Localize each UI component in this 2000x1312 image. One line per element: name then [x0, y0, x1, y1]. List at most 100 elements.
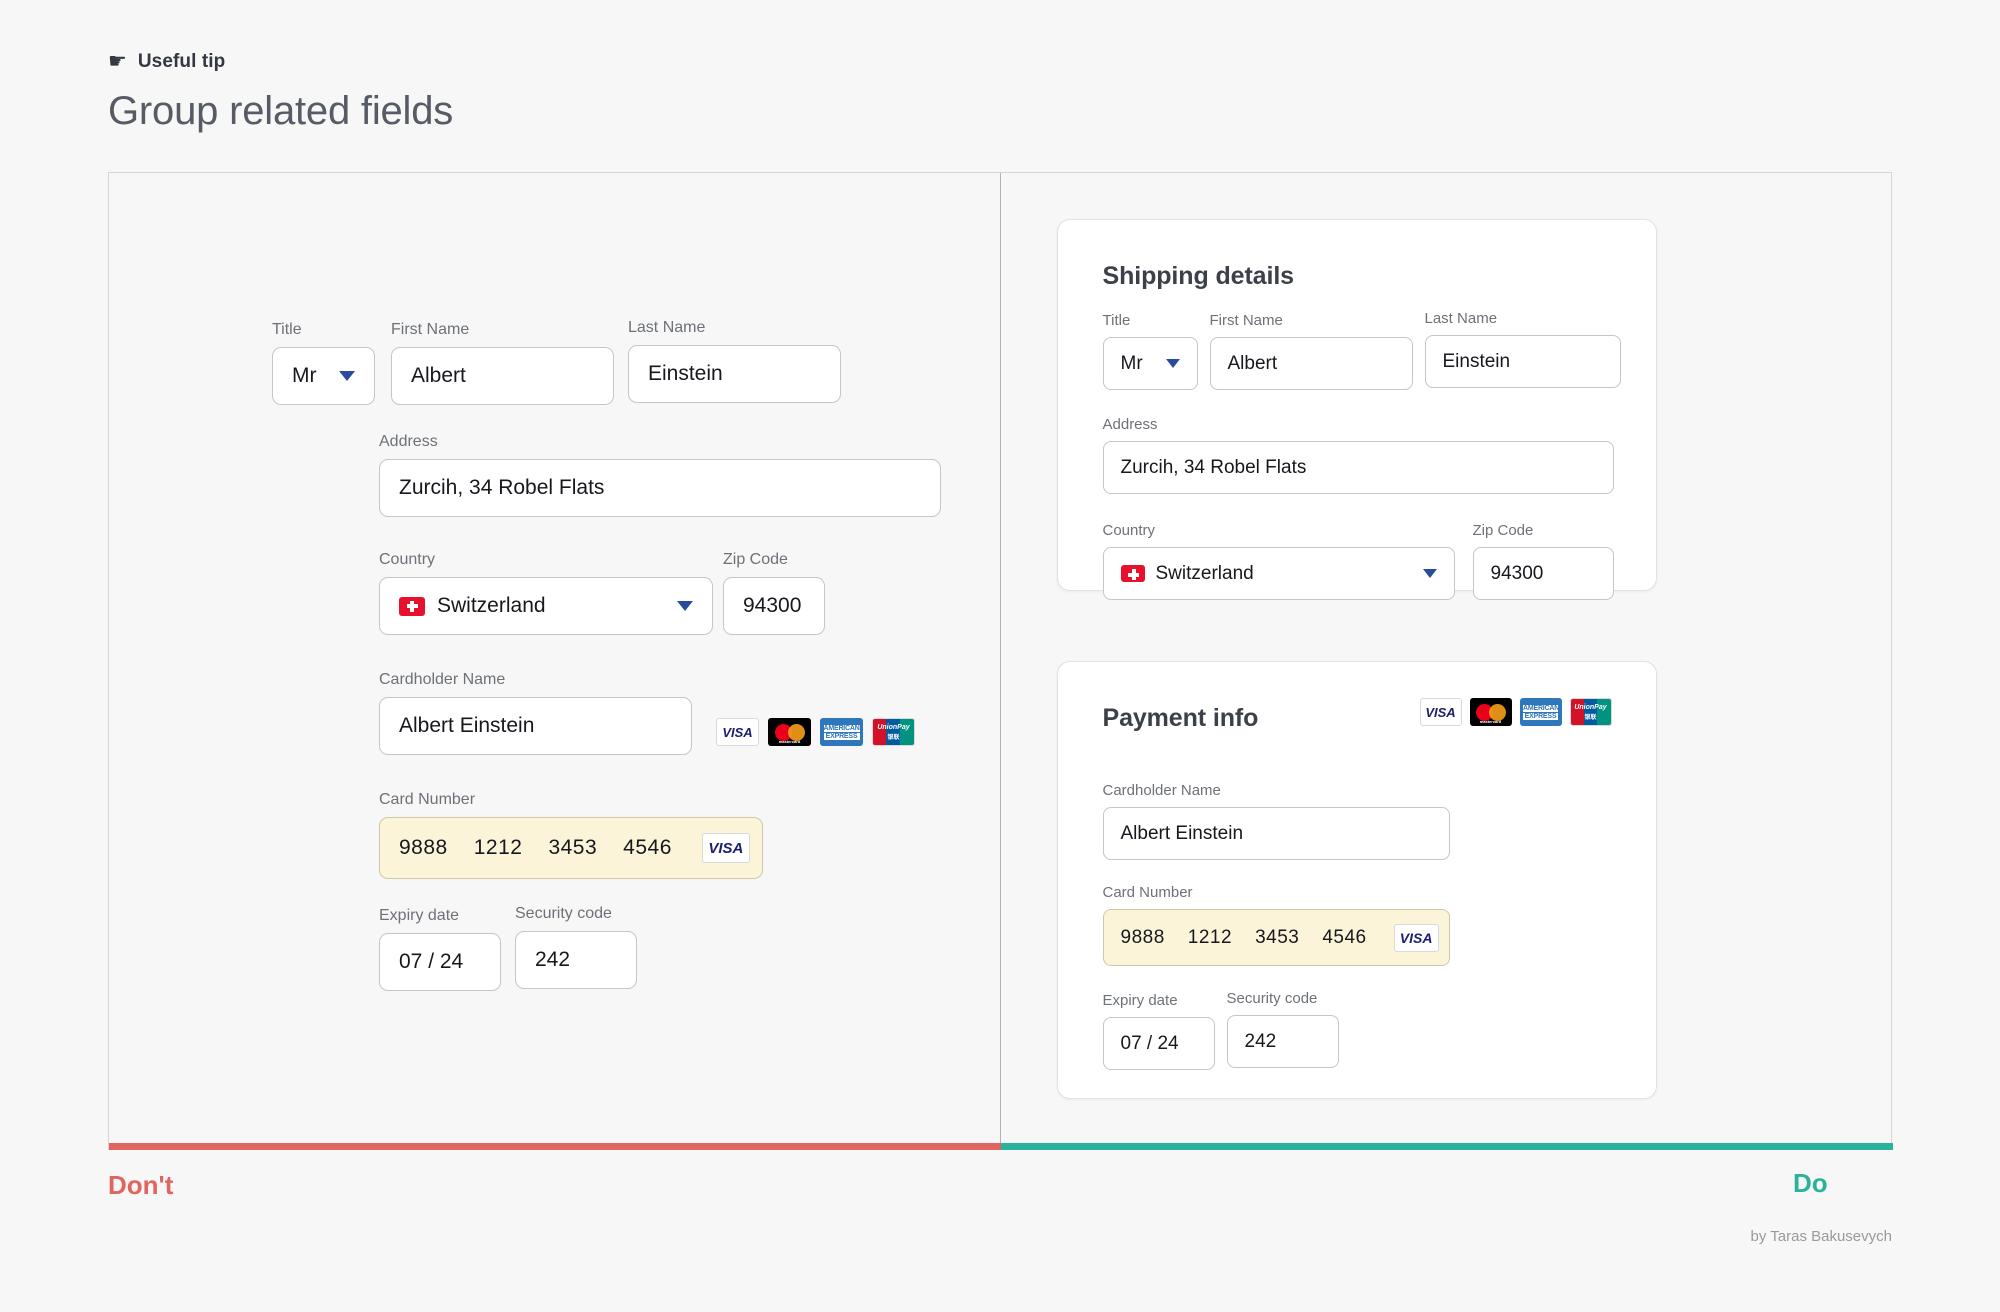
last-name-input[interactable]: Einstein: [628, 345, 841, 403]
dont-rule: [109, 1143, 1001, 1150]
dont-label: Don't: [108, 1170, 174, 1200]
card-number-field-group: Card Number 9888 1212 3453 4546 VISA: [379, 791, 763, 879]
payment-expiry-value: 07 / 24: [1120, 1032, 1179, 1054]
security-input[interactable]: 242: [515, 931, 637, 989]
shipping-country-select[interactable]: Switzerland: [1102, 547, 1455, 600]
page-title: Group related fields: [108, 89, 454, 133]
shipping-zip-label: Zip Code: [1472, 522, 1534, 539]
name-row: Title Mr First Name Albert Last Name Ein…: [272, 319, 841, 405]
shipping-title-select[interactable]: Mr: [1102, 337, 1198, 390]
payment-card-number-label: Card Number: [1102, 884, 1193, 901]
payment-expiry-input[interactable]: 07 / 24: [1102, 1017, 1215, 1070]
shipping-last-name-value: Einstein: [1442, 350, 1511, 372]
shipping-last-name-input[interactable]: Einstein: [1424, 335, 1621, 388]
do-pane: Shipping details Title Mr First Name Alb…: [1001, 173, 1892, 1150]
payment-security-group: Security code 242: [1226, 990, 1339, 1070]
do-label: Do: [1793, 1168, 1828, 1198]
shipping-title-field-group: Title Mr: [1102, 312, 1198, 390]
card-number-input[interactable]: 9888 1212 3453 4546 VISA: [379, 817, 763, 879]
security-field-group: Security code 242: [515, 905, 637, 991]
chevron-down-icon: [677, 601, 693, 611]
country-label: Country: [379, 551, 436, 568]
shipping-country-zip-row: Country Switzerland Zip Code 94300: [1102, 522, 1614, 600]
first-name-field-group: First Name Albert: [391, 321, 614, 405]
shipping-zip-value: 94300: [1490, 562, 1544, 584]
country-zip-row: Country Switzerland Zip Code 94300: [379, 551, 825, 635]
shipping-last-name-group: Last Name Einstein: [1424, 310, 1621, 390]
switzerland-flag-icon: [1120, 565, 1145, 582]
country-field-group: Country Switzerland: [379, 551, 713, 635]
expiry-input[interactable]: 07 / 24: [379, 933, 501, 991]
useful-tip-row: ☛ Useful tip: [108, 48, 453, 76]
payment-security-value: 242: [1244, 1030, 1277, 1052]
shipping-title-label: Title: [1102, 312, 1131, 329]
amex-logo-icon: AMERICAN EXPRESS: [820, 718, 863, 746]
dont-pane: Title Mr First Name Albert Last Name Ein…: [109, 173, 1001, 1150]
shipping-details-card: Shipping details Title Mr First Name Alb…: [1056, 219, 1657, 600]
first-name-label: First Name: [391, 321, 470, 338]
zip-value: 94300: [743, 594, 802, 617]
last-name-field-group: Last Name Einstein: [628, 319, 841, 405]
cardholder-value: Albert Einstein: [399, 714, 535, 737]
expiry-value: 07 / 24: [399, 950, 464, 973]
shipping-address-value: Zurcih, 34 Robel Flats: [1120, 456, 1307, 478]
last-name-label: Last Name: [628, 319, 706, 336]
visa-badge-icon: VISA: [701, 833, 750, 863]
title-value: Mr: [292, 364, 317, 387]
payment-security-input[interactable]: 242: [1226, 1015, 1339, 1068]
shipping-zip-input[interactable]: 94300: [1472, 547, 1614, 600]
shipping-name-row: Title Mr First Name Albert Last Name Ein: [1102, 310, 1621, 390]
title-select[interactable]: Mr: [272, 347, 375, 405]
visa-badge-icon: VISA: [1393, 923, 1439, 952]
address-input[interactable]: Zurcih, 34 Robel Flats: [379, 459, 941, 517]
payment-expiry-security-row: Expiry date 07 / 24 Security code 242: [1102, 990, 1339, 1070]
card-group-1: 9888: [1120, 926, 1165, 948]
title-field-group: Title Mr: [272, 321, 375, 405]
comparison-frame: Title Mr First Name Albert Last Name Ein…: [108, 172, 1893, 1150]
shipping-country-group: Country Switzerland: [1102, 522, 1455, 600]
first-name-input[interactable]: Albert: [391, 347, 614, 405]
card-group-4: 4546: [1322, 926, 1367, 948]
shipping-last-name-label: Last Name: [1424, 310, 1498, 327]
card-group-3: 3453: [548, 836, 598, 859]
cardholder-label: Cardholder Name: [379, 671, 506, 688]
security-value: 242: [535, 948, 571, 971]
payment-cardholder-input[interactable]: Albert Einstein: [1102, 807, 1450, 860]
page-header: ☛ Useful tip Group related fields: [108, 48, 453, 134]
shipping-zip-group: Zip Code 94300: [1472, 522, 1614, 600]
title-label: Title: [272, 321, 302, 338]
zip-input[interactable]: 94300: [723, 577, 825, 635]
payment-cardholder-value: Albert Einstein: [1120, 822, 1244, 844]
shipping-first-name-group: First Name Albert: [1209, 312, 1413, 390]
card-group-3: 3453: [1255, 926, 1300, 948]
expiry-label: Expiry date: [379, 907, 460, 924]
shipping-first-name-input[interactable]: Albert: [1209, 337, 1413, 390]
chevron-down-icon: [1165, 359, 1180, 368]
shipping-country-value: Switzerland: [1155, 562, 1254, 584]
expiry-security-row: Expiry date 07 / 24 Security code 242: [379, 905, 637, 991]
first-name-value: Albert: [411, 364, 466, 387]
card-group-2: 1212: [473, 836, 523, 859]
payment-security-label: Security code: [1226, 990, 1318, 1007]
address-label: Address: [379, 433, 438, 450]
cardholder-input[interactable]: Albert Einstein: [379, 697, 692, 755]
shipping-title-value: Mr: [1120, 352, 1143, 374]
switzerland-flag-icon: [399, 596, 425, 616]
payment-card-brand-strip: VISA mastercard AMERICAN EXPRESS UnionPa…: [1419, 698, 1612, 726]
shipping-address-label: Address: [1102, 416, 1158, 433]
zip-label: Zip Code: [723, 551, 788, 568]
payment-card-number-input[interactable]: 9888 1212 3453 4546 VISA: [1102, 909, 1450, 966]
security-label: Security code: [515, 905, 612, 922]
do-rule: [1001, 1143, 1893, 1150]
card-number-label: Card Number: [379, 791, 476, 808]
amex-logo-icon: AMERICAN EXPRESS: [1519, 698, 1562, 726]
shipping-first-name-value: Albert: [1227, 352, 1278, 374]
country-select[interactable]: Switzerland: [379, 577, 713, 635]
visa-logo-icon: VISA: [716, 718, 759, 746]
payment-expiry-group: Expiry date 07 / 24: [1102, 992, 1215, 1070]
unionpay-logo-icon: UnionPay 银联: [872, 718, 915, 746]
shipping-address-input[interactable]: Zurcih, 34 Robel Flats: [1102, 441, 1614, 494]
chevron-down-icon: [1422, 569, 1437, 578]
country-value: Switzerland: [437, 594, 546, 617]
address-value: Zurcih, 34 Robel Flats: [399, 476, 605, 499]
